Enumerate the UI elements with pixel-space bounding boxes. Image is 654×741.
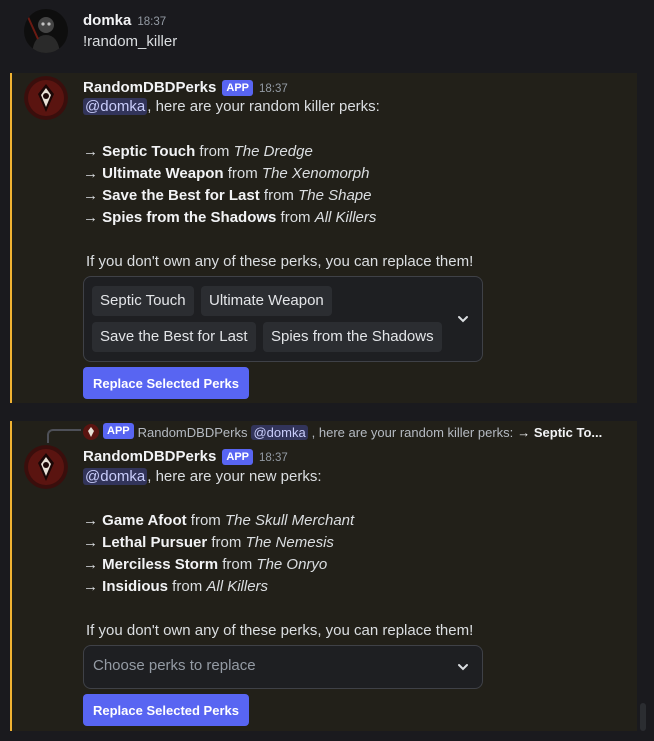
scrollbar-track[interactable] [638,0,648,741]
perk-line: → Spies from the Shadows from All Killer… [83,209,377,226]
reply-text: , here are your random killer perks: [311,424,514,440]
selected-perk-chip[interactable]: Ultimate Weapon [201,286,332,316]
message-text: !random_killer [83,33,178,50]
perk-owner: The Xenomorph [261,165,370,182]
perk-name: Spies from the Shadows [102,209,277,226]
app-badge: APP [222,449,253,465]
perk-line: → Insidious from All Killers [83,578,269,595]
perk-name: Insidious [102,578,169,595]
perk-name: Lethal Pursuer [102,534,208,551]
replace-perks-button[interactable]: Replace Selected Perks [83,694,249,726]
selected-perk-chip[interactable]: Spies from the Shadows [263,322,442,352]
perk-line: → Game Afoot from The Skull Merchant [83,512,355,529]
perk-owner: The Nemesis [245,534,334,551]
replace-perks-button[interactable]: Replace Selected Perks [83,367,249,399]
reply-connector [47,429,81,443]
user-mention[interactable]: @domka [83,468,148,485]
bot-avatar[interactable] [24,445,68,489]
user-mention[interactable]: @domka [251,424,308,440]
perk-owner: All Killers [206,578,269,595]
perk-select-menu[interactable]: Septic Touch Ultimate Weapon Save the Be… [83,276,483,362]
intro-text: , here are your random killer perks: [147,98,380,115]
perk-line: → Merciless Storm from The Onryo [83,556,328,573]
perk-line: → Ultimate Weapon from The Xenomorph [83,165,370,182]
perk-line: → Lethal Pursuer from The Nemesis [83,534,334,551]
perk-name: Save the Best for Last [102,187,260,204]
app-badge: APP [222,80,253,96]
chevron-down-icon[interactable] [456,312,470,326]
perk-select-menu[interactable]: Choose perks to replace [83,645,483,689]
perk-line: → Save the Best for Last from The Shape [83,187,372,204]
perk-owner: The Shape [298,187,372,204]
reply-preview[interactable]: APP RandomDBDPerks @domka, here are your… [83,423,603,440]
timestamp: 18:37 [137,16,167,28]
scrollbar-thumb[interactable] [640,703,646,731]
select-placeholder: Choose perks to replace [93,657,256,674]
perk-name: Ultimate Weapon [102,165,224,182]
selected-perk-chip[interactable]: Save the Best for Last [92,322,256,352]
timestamp: 18:37 [259,452,288,464]
user-mention[interactable]: @domka [83,98,148,115]
perk-line: → Septic Touch from The Dredge [83,143,313,160]
replace-note: If you don't own any of these perks, you… [86,622,474,639]
reply-perk: → Septic To... [517,424,603,440]
reply-author[interactable]: RandomDBDPerks [138,425,248,440]
perk-name: Septic Touch [102,143,196,160]
app-badge: APP [103,423,134,439]
chevron-down-icon[interactable] [456,660,470,674]
perk-owner: The Onryo [256,556,328,573]
author-name[interactable]: domka [83,12,131,29]
perk-owner: The Skull Merchant [224,512,355,529]
perk-name: Game Afoot [102,512,187,529]
bot-avatar[interactable] [24,76,68,120]
intro-text: , here are your new perks: [147,468,322,485]
selected-perk-chip[interactable]: Septic Touch [92,286,194,316]
bot-mini-avatar [83,424,99,440]
author-name[interactable]: RandomDBDPerks [83,79,216,96]
replace-note: If you don't own any of these perks, you… [86,253,474,270]
timestamp: 18:37 [259,83,288,95]
user-avatar[interactable] [24,9,68,53]
perk-owner: The Dredge [233,143,313,160]
author-name[interactable]: RandomDBDPerks [83,448,216,465]
perk-owner: All Killers [314,209,377,226]
perk-name: Merciless Storm [102,556,219,573]
